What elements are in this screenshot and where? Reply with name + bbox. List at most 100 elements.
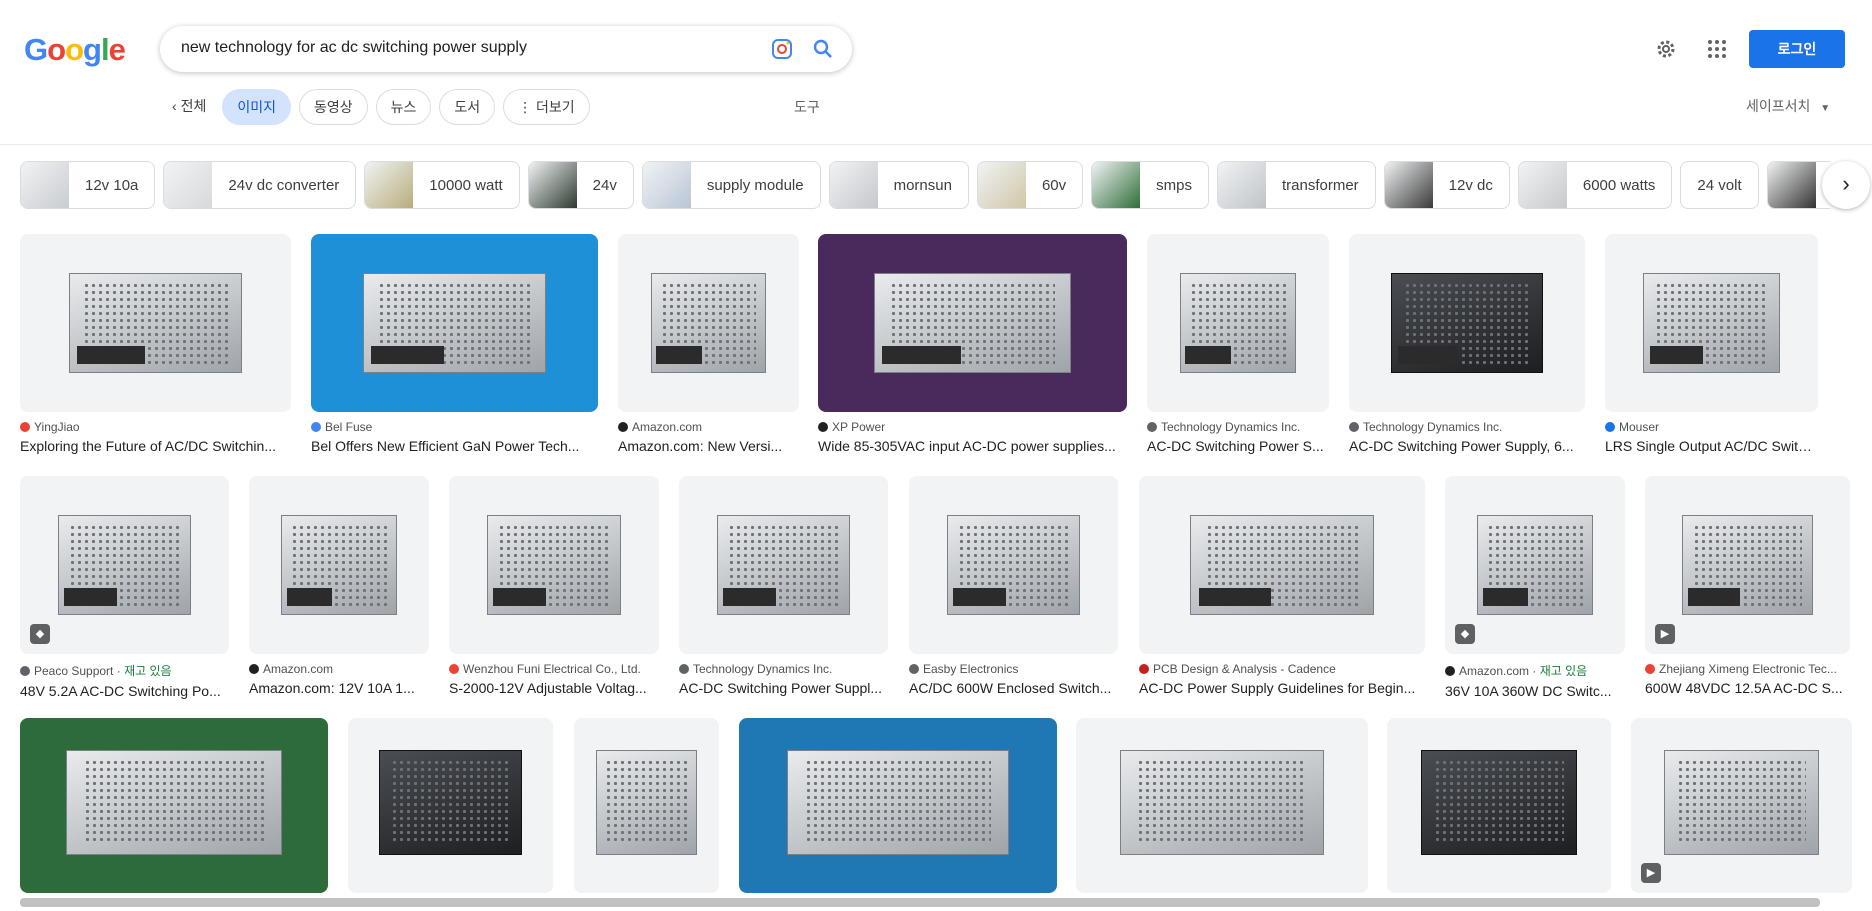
search-input[interactable]: new technology for ac dc switching power… [181, 39, 527, 57]
result-thumbnail[interactable]: ▶ [1631, 718, 1852, 893]
image-result[interactable]: Technology Dynamics Inc. AC-DC Switching … [1349, 234, 1585, 454]
result-thumbnail[interactable]: ▶ [1645, 476, 1850, 654]
result-source[interactable]: Zhejiang Ximeng Electronic Tec... [1645, 662, 1850, 676]
result-thumbnail[interactable]: ◆ [20, 476, 229, 654]
result-title[interactable]: 600W 48VDC 12.5A AC-DC S... [1645, 680, 1850, 696]
result-thumbnail[interactable] [20, 718, 328, 893]
result-thumbnail[interactable] [449, 476, 659, 654]
result-source[interactable]: Amazon.com [618, 420, 799, 434]
result-title[interactable]: AC/DC 600W Enclosed Switch... [909, 680, 1118, 696]
image-result[interactable] [348, 718, 553, 893]
image-result[interactable]: Technology Dynamics Inc. AC-DC Switching … [1147, 234, 1329, 454]
chip-12v-10a[interactable]: 12v 10a [20, 161, 156, 209]
result-source[interactable]: Technology Dynamics Inc. [1349, 420, 1585, 434]
login-button[interactable]: 로그인 [1749, 30, 1845, 68]
image-result[interactable]: Amazon.com Amazon.com: New Versi... [618, 234, 799, 454]
image-result[interactable]: Wenzhou Funi Electrical Co., Ltd. S-2000-… [449, 476, 659, 696]
image-result[interactable] [739, 718, 1057, 893]
horizontal-scrollbar[interactable] [20, 898, 1820, 907]
search-icon[interactable] [811, 37, 835, 61]
result-title[interactable]: Amazon.com: 12V 10A 1... [249, 680, 429, 696]
result-title[interactable]: Wide 85-305VAC input AC-DC power supplie… [818, 438, 1127, 454]
image-result[interactable]: PCB Design & Analysis - Cadence AC-DC Pow… [1139, 476, 1425, 696]
result-thumbnail[interactable] [1387, 718, 1611, 893]
result-thumbnail[interactable] [1076, 718, 1368, 893]
result-title[interactable]: Bel Offers New Efficient GaN Power Tech.… [311, 438, 598, 454]
result-title[interactable]: LRS Single Output AC/DC Switching... [1605, 438, 1818, 454]
result-title[interactable]: AC-DC Switching Power Suppl... [679, 680, 888, 696]
image-result[interactable]: ◆ Peaco Support · 재고 있음 48V 5.2A AC-DC Swi… [20, 476, 229, 699]
result-thumbnail[interactable] [20, 234, 291, 412]
result-title[interactable]: AC-DC Power Supply Guidelines for Begin.… [1139, 680, 1425, 696]
chevron-right-icon[interactable]: › [1822, 161, 1870, 209]
result-source[interactable]: Easby Electronics [909, 662, 1118, 676]
chip-60v[interactable]: 60v [976, 161, 1084, 209]
result-thumbnail[interactable] [1605, 234, 1818, 412]
chip-smps[interactable]: smps [1091, 161, 1209, 209]
lens-icon[interactable] [770, 37, 794, 61]
google-logo[interactable]: Google [24, 32, 126, 68]
tools-button[interactable]: 도구 [794, 97, 820, 117]
result-thumbnail[interactable]: ◆ [1445, 476, 1625, 654]
result-title[interactable]: 48V 5.2A AC-DC Switching Po... [20, 683, 229, 699]
result-thumbnail[interactable] [618, 234, 799, 412]
image-result[interactable]: Mouser LRS Single Output AC/DC Switching.… [1605, 234, 1818, 454]
result-source[interactable]: Mouser [1605, 420, 1818, 434]
chip-10000-watt[interactable]: 10000 watt [364, 161, 520, 209]
tab-more[interactable]: ⋮ 더보기 [503, 89, 590, 125]
safesearch-dropdown[interactable]: 세이프서치 ▼ [1746, 96, 1830, 116]
image-result[interactable]: Easby Electronics AC/DC 600W Enclosed Swi… [909, 476, 1118, 696]
image-result[interactable]: Bel Fuse Bel Offers New Efficient GaN Pow… [311, 234, 598, 454]
chip-transformer[interactable]: transformer [1216, 161, 1376, 209]
result-thumbnail[interactable] [909, 476, 1118, 654]
image-result[interactable]: YingJiao Exploring the Future of AC/DC Sw… [20, 234, 291, 454]
result-title[interactable]: Amazon.com: New Versi... [618, 438, 799, 454]
tab-news[interactable]: 뉴스 [375, 89, 432, 125]
image-result[interactable] [574, 718, 719, 893]
result-thumbnail[interactable] [739, 718, 1057, 893]
image-result[interactable] [1076, 718, 1368, 893]
gear-icon[interactable] [1654, 37, 1678, 61]
result-source[interactable]: PCB Design & Analysis - Cadence [1139, 662, 1425, 676]
image-result[interactable]: ▶ [1631, 718, 1852, 893]
result-title[interactable]: AC-DC Switching Power S... [1147, 438, 1329, 454]
image-result[interactable]: ◆ Amazon.com · 재고 있음 36V 10A 360W DC Switc… [1445, 476, 1625, 699]
tab-books[interactable]: 도서 [439, 89, 496, 125]
result-thumbnail[interactable] [818, 234, 1127, 412]
tab-all[interactable]: ‹ 전체 [168, 89, 215, 125]
result-title[interactable]: 36V 10A 360W DC Switc... [1445, 683, 1625, 699]
result-thumbnail[interactable] [574, 718, 719, 893]
image-result[interactable] [1387, 718, 1611, 893]
chip-supply-module[interactable]: supply module [641, 161, 821, 209]
result-source[interactable]: YingJiao [20, 420, 291, 434]
chip-mornsun[interactable]: mornsun [828, 161, 969, 209]
chip-6000-watts[interactable]: 6000 watts [1517, 161, 1673, 209]
tab-images[interactable]: 이미지 [222, 89, 291, 125]
result-source[interactable]: XP Power [818, 420, 1127, 434]
chip-din-rail[interactable]: din rail [1766, 161, 1830, 209]
result-title[interactable]: S-2000-12V Adjustable Voltag... [449, 680, 659, 696]
chip-24v-dc-converter[interactable]: 24v dc converter [163, 161, 357, 209]
result-source[interactable]: Peaco Support · 재고 있음 [20, 662, 229, 679]
image-result[interactable]: ▶ Zhejiang Ximeng Electronic Tec... 600W 4… [1645, 476, 1850, 696]
image-result[interactable]: Technology Dynamics Inc. AC-DC Switching … [679, 476, 888, 696]
chip-24-volt[interactable]: 24 volt [1680, 161, 1759, 209]
result-thumbnail[interactable] [679, 476, 888, 654]
chip-24v[interactable]: 24v [527, 161, 634, 209]
result-source[interactable]: Wenzhou Funi Electrical Co., Ltd. [449, 662, 659, 676]
result-thumbnail[interactable] [1147, 234, 1329, 412]
image-result[interactable] [20, 718, 328, 893]
result-title[interactable]: AC-DC Switching Power Supply, 6... [1349, 438, 1585, 454]
result-thumbnail[interactable] [348, 718, 553, 893]
result-thumbnail[interactable] [1139, 476, 1425, 654]
result-source[interactable]: Bel Fuse [311, 420, 598, 434]
result-thumbnail[interactable] [1349, 234, 1585, 412]
result-title[interactable]: Exploring the Future of AC/DC Switchin..… [20, 438, 291, 454]
apps-grid-icon[interactable] [1705, 37, 1729, 61]
image-result[interactable]: XP Power Wide 85-305VAC input AC-DC power… [818, 234, 1127, 454]
search-box[interactable]: new technology for ac dc switching power… [160, 26, 852, 72]
tab-videos[interactable]: 동영상 [298, 89, 368, 125]
result-source[interactable]: Technology Dynamics Inc. [1147, 420, 1329, 434]
result-source[interactable]: Amazon.com [249, 662, 429, 676]
result-source[interactable]: Technology Dynamics Inc. [679, 662, 888, 676]
